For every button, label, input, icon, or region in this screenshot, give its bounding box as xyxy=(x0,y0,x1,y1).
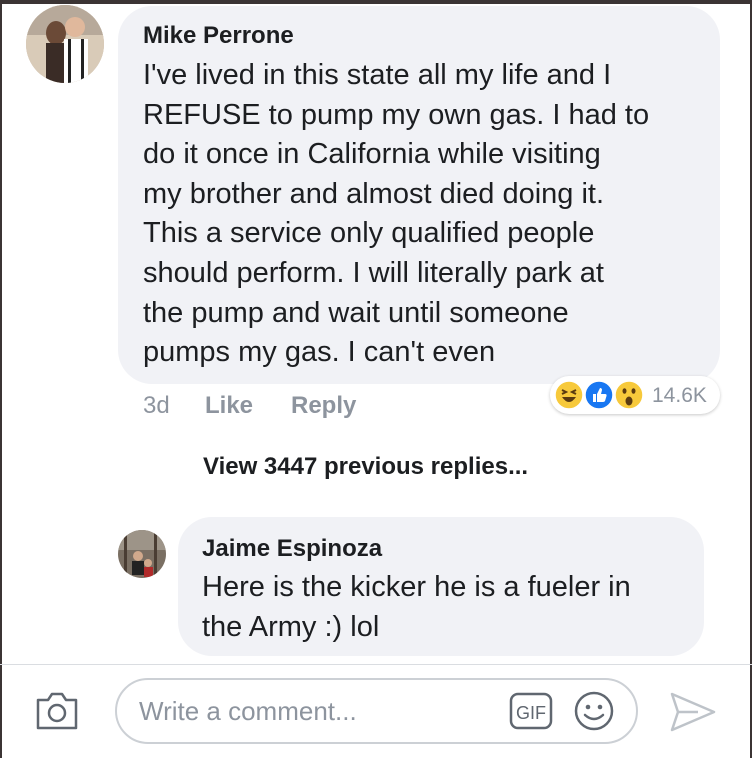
reply-text-line: the Army :) lol xyxy=(202,610,380,643)
comment-text-line: I've lived in this state all my life and… xyxy=(143,59,612,91)
gif-icon[interactable]: GIF xyxy=(509,692,553,730)
comment-age[interactable]: 3d xyxy=(143,392,170,420)
like-icon xyxy=(584,380,614,410)
window-top-border xyxy=(0,0,752,4)
view-previous-replies-link[interactable]: View 3447 previous replies... xyxy=(203,453,528,481)
comment-author[interactable]: Mike Perrone xyxy=(143,22,294,50)
reply-text: Here is the kicker he is a fueler in the… xyxy=(202,568,692,647)
camera-icon[interactable] xyxy=(34,690,80,732)
comment-text-line: do it once in California while visiting xyxy=(143,138,601,171)
composer-divider xyxy=(0,664,752,665)
comment-text-line: This a service only qualified people xyxy=(143,217,595,250)
reaction-count: 14.6K xyxy=(652,384,707,407)
send-icon[interactable] xyxy=(668,690,718,734)
comment-input-placeholder: Write a comment... xyxy=(139,696,357,726)
reactions-summary[interactable]: 14.6K xyxy=(550,376,720,414)
emoji-icon[interactable] xyxy=(573,690,615,732)
reply-text-line: Here is the kicker he is a fueler in xyxy=(202,571,631,603)
avatar[interactable] xyxy=(26,5,104,83)
gif-label: GIF xyxy=(516,703,546,723)
comment-text-line: pumps my gas. I can't even xyxy=(143,336,496,369)
haha-icon xyxy=(554,380,584,410)
avatar[interactable] xyxy=(118,530,166,578)
window-left-border xyxy=(0,0,2,758)
comment-text-line: should perform. I will literally park at xyxy=(143,256,604,289)
comment-text-line: my brother and almost died doing it. xyxy=(143,177,605,210)
reply-author[interactable]: Jaime Espinoza xyxy=(202,535,382,563)
like-button[interactable]: Like xyxy=(205,392,253,420)
wow-icon xyxy=(614,380,644,410)
reply-button[interactable]: Reply xyxy=(291,392,356,420)
comment-text-line: the pump and wait until someone xyxy=(143,296,569,329)
comment-input[interactable]: Write a comment... GIF xyxy=(115,678,638,744)
profile-photo xyxy=(26,5,104,83)
profile-photo xyxy=(118,530,166,578)
comment-text-line: REFUSE to pump my own gas. I had to xyxy=(143,98,650,131)
comment-text: I've lived in this state all my life and… xyxy=(143,56,713,373)
